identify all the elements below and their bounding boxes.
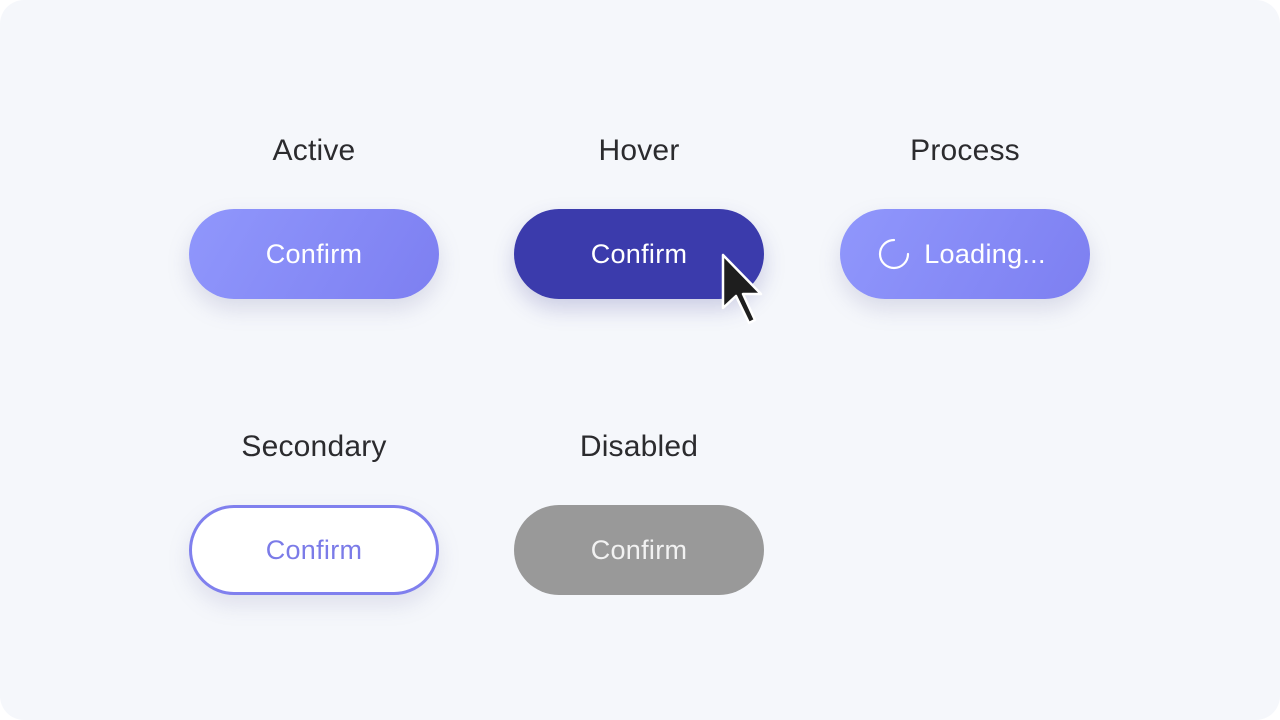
confirm-button-disabled: Confirm [514, 505, 764, 595]
secondary-state-label: Secondary [241, 430, 387, 463]
confirm-button-label: Confirm [265, 238, 363, 269]
confirm-button-label: Confirm [590, 238, 688, 269]
button-states-board: Active Confirm Hover Confirm Process Loa… [0, 0, 1280, 720]
loading-spinner-icon [879, 238, 910, 270]
confirm-button-loading[interactable]: Loading... [840, 209, 1090, 299]
confirm-button-label: Confirm [265, 534, 363, 565]
confirm-button-secondary[interactable]: Confirm [189, 505, 439, 595]
mouse-pointer-icon [721, 253, 763, 325]
hover-state-label: Hover [598, 134, 680, 167]
confirm-button-label: Confirm [590, 534, 688, 565]
loading-label: Loading... [924, 238, 1046, 269]
confirm-button-active[interactable]: Confirm [189, 209, 439, 299]
active-state-label: Active [272, 134, 356, 167]
disabled-state-label: Disabled [579, 430, 699, 463]
process-state-label: Process [910, 134, 1020, 167]
